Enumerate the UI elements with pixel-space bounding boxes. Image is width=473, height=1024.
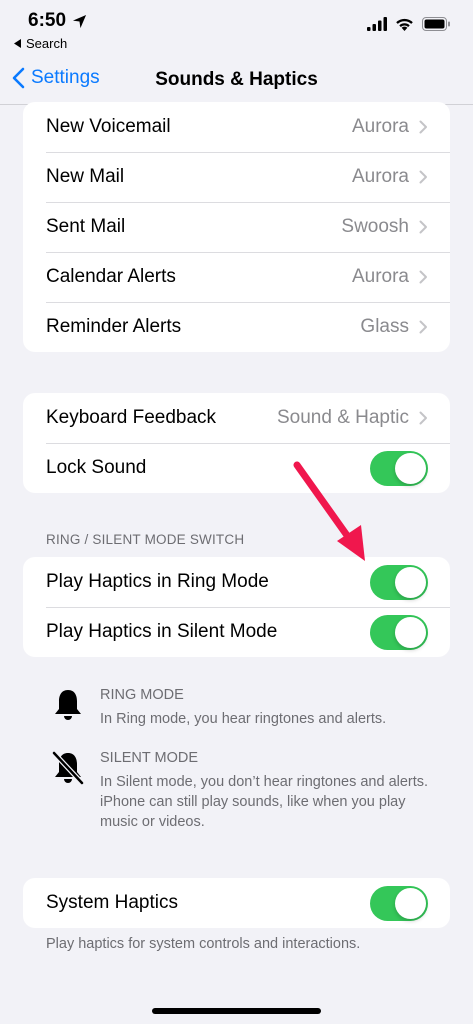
- status-bar: 6:50 Search: [0, 0, 473, 60]
- back-to-app[interactable]: Search: [14, 36, 67, 51]
- row-label: New Voicemail: [46, 116, 171, 137]
- ring-silent-group: Play Haptics in Ring Mode Play Haptics i…: [23, 557, 450, 657]
- row-play-haptics-ring: Play Haptics in Ring Mode: [23, 557, 450, 607]
- status-time: 6:50: [28, 10, 87, 32]
- system-haptics-toggle[interactable]: [370, 885, 428, 921]
- clock: 6:50: [28, 10, 67, 31]
- row-value: Aurora: [351, 116, 409, 137]
- signal-icon: [367, 17, 387, 31]
- row-label: Play Haptics in Silent Mode: [46, 621, 278, 642]
- row-system-haptics: System Haptics: [23, 878, 450, 928]
- toggle-knob: [395, 452, 426, 484]
- row-label: Sent Mail: [46, 216, 126, 237]
- back-app-label: Search: [26, 36, 68, 51]
- feedback-group: Keyboard Feedback Sound & Haptic Lock So…: [23, 393, 450, 493]
- chevron-right-icon: [419, 411, 427, 425]
- toggle-knob: [395, 566, 426, 598]
- silent-mode-title: SILENT MODE: [100, 750, 199, 766]
- system-haptics-footnote: Play haptics for system controls and int…: [46, 936, 361, 952]
- ring-haptics-toggle[interactable]: [370, 564, 428, 600]
- row-lock-sound: Lock Sound: [23, 443, 450, 493]
- toggle-knob: [395, 616, 426, 648]
- chevron-right-icon: [419, 120, 427, 134]
- row-new-voicemail[interactable]: New Voicemail Aurora: [23, 102, 450, 152]
- lock-sound-toggle[interactable]: [370, 450, 428, 486]
- ring-silent-section-header: RING / SILENT MODE SWITCH: [46, 532, 245, 547]
- bell-slash-icon: [52, 751, 84, 785]
- bell-icon: [55, 690, 81, 720]
- row-value: Aurora: [351, 166, 409, 187]
- toggle-knob: [395, 887, 426, 919]
- page-title: Sounds & Haptics: [155, 69, 318, 90]
- row-play-haptics-silent: Play Haptics in Silent Mode: [23, 607, 450, 657]
- wifi-icon: [396, 18, 413, 31]
- row-calendar-alerts[interactable]: Calendar Alerts Aurora: [23, 252, 450, 302]
- home-indicator[interactable]: [152, 1008, 321, 1014]
- navigation-bar: Settings Sounds & Haptics: [0, 58, 473, 105]
- row-label: New Mail: [46, 166, 125, 187]
- row-reminder-alerts[interactable]: Reminder Alerts Glass: [23, 302, 450, 352]
- ring-mode-text: In Ring mode, you hear ringtones and ale…: [100, 711, 387, 727]
- silent-mode-text: In Silent mode, you don’t hear ringtones…: [100, 774, 429, 830]
- row-sent-mail[interactable]: Sent Mail Swoosh: [23, 202, 450, 252]
- silent-haptics-toggle[interactable]: [370, 614, 428, 650]
- row-label: Calendar Alerts: [46, 266, 176, 287]
- location-arrow-icon: [72, 14, 87, 28]
- row-keyboard-feedback[interactable]: Keyboard Feedback Sound & Haptic: [23, 393, 450, 443]
- row-value: Sound & Haptic: [276, 407, 409, 428]
- chevron-right-icon: [419, 320, 427, 334]
- row-value: Glass: [360, 316, 409, 337]
- row-value: Swoosh: [341, 216, 409, 237]
- back-triangle-icon: [14, 39, 21, 48]
- row-label: Keyboard Feedback: [46, 407, 217, 428]
- chevron-right-icon: [419, 220, 427, 234]
- annotation-arrow-icon: [293, 461, 365, 561]
- row-value: Aurora: [351, 266, 409, 287]
- system-haptics-group: System Haptics: [23, 878, 450, 928]
- row-label: Play Haptics in Ring Mode: [46, 571, 269, 592]
- row-new-mail[interactable]: New Mail Aurora: [23, 152, 450, 202]
- status-icons: [367, 17, 451, 31]
- chevron-right-icon: [419, 270, 427, 284]
- silent-mode-info: SILENT MODE In Silent mode, you don’t he…: [50, 750, 430, 840]
- chevron-right-icon: [419, 170, 427, 184]
- row-label: System Haptics: [46, 892, 178, 913]
- battery-icon: [422, 17, 450, 31]
- sounds-group: New Voicemail Aurora New Mail Aurora Sen…: [23, 102, 450, 352]
- ring-mode-title: RING MODE: [100, 687, 184, 703]
- row-label: Reminder Alerts: [46, 316, 182, 337]
- ring-mode-info: RING MODE In Ring mode, you hear rington…: [50, 687, 430, 737]
